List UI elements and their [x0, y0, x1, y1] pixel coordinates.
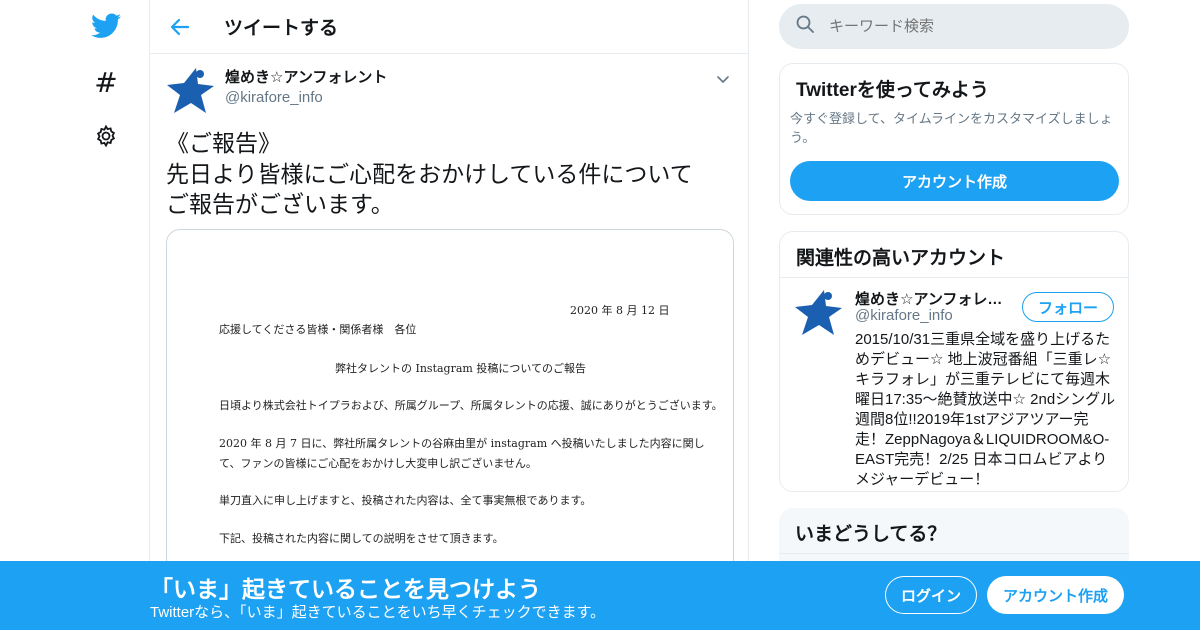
page: # ツイートする 煌めき☆アンフォレント @kirafore_info 《ご報告… — [0, 0, 1200, 630]
bottom-bar-title: 「いま」起きていることを見つけよう — [150, 576, 541, 602]
doc-paragraph-2b: て、ファンの皆様にご心配をおかけし大変申し訳ございません。 — [219, 456, 537, 470]
related-account-handle[interactable]: @kirafore_info — [855, 307, 953, 324]
create-account-button[interactable]: アカウント作成 — [790, 161, 1119, 201]
bottom-create-account-button[interactable]: アカウント作成 — [987, 576, 1124, 614]
doc-paragraph-3: 単刀直入に申し上げますと、投稿された内容は、全て事実無根であります。 — [219, 493, 592, 507]
hashtag-icon[interactable]: # — [84, 60, 128, 104]
page-title: ツイートする — [224, 18, 339, 39]
avatar[interactable] — [166, 66, 216, 116]
tweet: 煌めき☆アンフォレント @kirafore_info 《ご報告》 先日より皆様に… — [150, 54, 748, 589]
related-account-bio: 2015/10/31三重県全域を盛り上げるためデビュー☆ 地上波冠番組「三重レ☆… — [855, 331, 1116, 488]
search-box[interactable] — [779, 4, 1129, 49]
back-arrow-icon[interactable] — [150, 0, 210, 54]
follow-button[interactable]: フォロー — [1022, 292, 1114, 322]
gear-icon[interactable] — [84, 114, 128, 158]
page-header: ツイートする — [150, 0, 748, 54]
main-column: ツイートする 煌めき☆アンフォレント @kirafore_info 《ご報告》 … — [149, 0, 749, 630]
tweet-author[interactable]: 煌めき☆アンフォレント @kirafore_info — [166, 66, 732, 116]
doc-paragraph-2a: 2020 年 8 月 7 日に、弊社所属タレントの谷麻由里が instagram… — [219, 436, 705, 450]
divider — [780, 277, 1128, 278]
doc-paragraph-4: 下記、投稿された内容に関しての説明をさせて頂きます。 — [219, 531, 504, 545]
doc-date: 2020 年 8 月 12 日 — [570, 303, 670, 317]
avatar[interactable] — [794, 288, 844, 338]
twitter-bird-icon[interactable] — [84, 4, 128, 48]
chevron-down-icon[interactable] — [714, 70, 732, 88]
doc-addressee: 応援してくださる皆様・関係者様 各位 — [219, 322, 417, 336]
signup-card-title: Twitterを使ってみよう — [796, 80, 989, 101]
search-icon — [795, 14, 815, 39]
author-handle[interactable]: @kirafore_info — [225, 88, 387, 108]
bottom-signup-bar: 「いま」起きていることを見つけよう Twitterなら、「いま」起きていることを… — [0, 561, 1200, 630]
related-accounts-card: 関連性の高いアカウント 煌めき☆アンフォレ… @kirafore_info フォ… — [779, 231, 1129, 492]
related-accounts-title: 関連性の高いアカウント — [796, 248, 1006, 269]
login-button[interactable]: ログイン — [885, 576, 977, 614]
trends-title: いまどうしてる？ — [795, 524, 947, 545]
signup-card: Twitterを使ってみよう 今すぐ登録して、タイムラインをカスタマイズしましょ… — [779, 63, 1129, 215]
tweet-text: 《ご報告》 先日より皆様にご心配をおかけしている件について ご報告がございます。 — [166, 130, 693, 217]
signup-card-subtitle: 今すぐ登録して、タイムラインをカスタマイズしましょう。 — [790, 111, 1113, 145]
doc-paragraph-1: 日頃より株式会社トイプラおよび、所属グループ、所属タレントの応援、誠にありがとう… — [219, 398, 723, 412]
doc-title: 弊社タレントの Instagram 投稿についてのご報告 — [335, 361, 587, 375]
author-display-name[interactable]: 煌めき☆アンフォレント — [225, 68, 387, 88]
divider — [779, 553, 1129, 554]
related-account-name[interactable]: 煌めき☆アンフォレ… — [855, 288, 1015, 309]
bottom-bar-subtitle: Twitterなら、「いま」起きていることをいち早くチェックできます。 — [150, 604, 606, 621]
tweet-image[interactable]: 2020 年 8 月 12 日 応援してくださる皆様・関係者様 各位 弊社タレン… — [166, 228, 734, 589]
search-input[interactable] — [829, 18, 1099, 35]
left-rail: # — [78, 0, 134, 630]
